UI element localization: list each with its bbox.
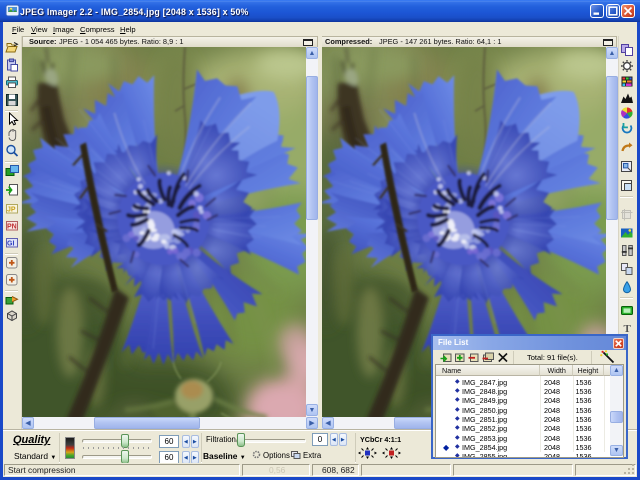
svg-text:GI: GI <box>7 241 14 248</box>
svg-text:JP: JP <box>7 207 16 214</box>
svg-text:PN: PN <box>7 224 17 231</box>
